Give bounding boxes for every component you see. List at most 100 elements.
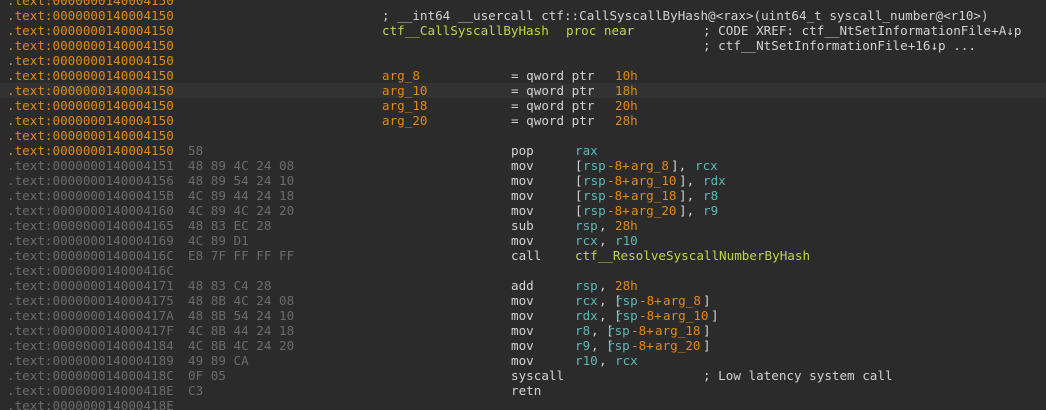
token-label-orange[interactable]: arg_10 (663, 308, 709, 323)
token-register[interactable]: rdx (575, 308, 598, 323)
token-function-name[interactable]: proc near (566, 23, 634, 38)
token-text: [ (575, 173, 583, 188)
token-register[interactable]: rcx (615, 353, 638, 368)
token-text: ] (703, 323, 711, 338)
listing-line[interactable]: .text:0000000140004150 arg_8 = qword ptr 10… (0, 68, 1046, 83)
token-register[interactable]: rcx (575, 233, 598, 248)
listing-line[interactable]: .text:000000014000418E C3 retn (0, 383, 1046, 398)
token-number: -8+ (631, 338, 654, 353)
token-label-orange[interactable]: arg_20 (655, 338, 701, 353)
token-text: , (599, 278, 615, 293)
listing-line[interactable]: .text:0000000140004150 (0, 128, 1046, 143)
token-text: add (511, 278, 534, 293)
token-register[interactable]: rsp (615, 293, 638, 308)
token-register[interactable]: rdx (703, 173, 726, 188)
token-register[interactable]: rcx (575, 293, 598, 308)
opcode-bytes: 4C 89 44 24 18 (188, 188, 295, 203)
token-text: mov (511, 203, 534, 218)
listing-line[interactable]: .text:000000014000417F 4C 8B 44 24 18 mov r… (0, 323, 1046, 338)
opcode-bytes: 48 83 EC 28 (188, 218, 272, 233)
token-comment: ; Low latency system call (703, 368, 893, 383)
listing-line[interactable]: .text:0000000140004150 arg_20 = qword ptr 2… (0, 113, 1046, 128)
token-label-orange[interactable]: arg_8 (631, 158, 669, 173)
opcode-bytes: 48 8B 4C 24 08 (188, 293, 295, 308)
token-register[interactable]: rsp (615, 308, 638, 323)
token-register[interactable]: rsp (575, 218, 598, 233)
token-function-name[interactable]: ctf__CallSyscallByHash (382, 23, 549, 38)
token-register[interactable]: r9 (575, 338, 590, 353)
listing-line[interactable]: .text:0000000140004175 48 8B 4C 24 08 mov r… (0, 293, 1046, 308)
token-register[interactable]: rsp (583, 173, 606, 188)
listing-line[interactable]: .text:0000000140004165 48 83 EC 28 sub rsp,… (0, 218, 1046, 233)
token-register[interactable]: rsp (583, 203, 606, 218)
token-text: mov (511, 308, 534, 323)
listing-line[interactable]: .text:000000014000416C E8 7F FF FF FF call… (0, 248, 1046, 263)
token-label-orange[interactable]: arg_18 (631, 188, 677, 203)
token-number: -8+ (607, 158, 630, 173)
token-register[interactable]: rax (575, 143, 598, 158)
token-register[interactable]: rsp (575, 278, 598, 293)
token-register[interactable]: r10 (615, 233, 638, 248)
token-label-orange[interactable]: arg_18 (382, 98, 428, 113)
listing-line[interactable]: .text:0000000140004160 4C 89 4C 24 20 mov [… (0, 203, 1046, 218)
address: .text:0000000140004160 (7, 203, 174, 218)
address: .text:000000014000415B (7, 188, 174, 203)
opcode-bytes: 58 (188, 143, 204, 158)
listing-line[interactable]: .text:0000000140004150 ctf__CallSyscallBy… (0, 23, 1046, 38)
token-register[interactable]: rsp (583, 158, 606, 173)
address: .text:0000000140004156 (7, 173, 174, 188)
listing-line[interactable]: .text:0000000140004150 ; ctf__NtSetInform… (0, 38, 1046, 53)
token-text: call (511, 248, 542, 263)
listing-line[interactable]: .text:0000000140004150 (0, 0, 1046, 8)
listing-line[interactable]: .text:0000000140004150 arg_10 = qword ptr 1… (0, 83, 1046, 98)
disassembly-listing[interactable]: .text:0000000140004150 .text:000000014000… (0, 0, 1046, 410)
token-register[interactable]: rsp (607, 338, 630, 353)
listing-line[interactable]: .text:000000014000416C (0, 263, 1046, 278)
opcode-bytes: 48 89 54 24 10 (188, 173, 295, 188)
token-register[interactable]: r10 (575, 353, 598, 368)
address: .text:0000000140004171 (7, 278, 174, 293)
listing-line[interactable]: .text:0000000140004189 49 89 CA mov r10, rc… (0, 353, 1046, 368)
listing-line[interactable]: .text:0000000140004169 4C 89 D1 mov rcx, r1… (0, 233, 1046, 248)
listing-line[interactable]: .text:000000014000418E (0, 398, 1046, 410)
address: .text:000000014000418E (7, 398, 174, 410)
token-number: -8+ (639, 308, 662, 323)
token-label-orange[interactable]: arg_18 (655, 323, 701, 338)
address: .text:0000000140004189 (7, 353, 174, 368)
token-text: ], (671, 158, 694, 173)
token-register[interactable]: rsp (583, 188, 606, 203)
listing-line[interactable]: .text:0000000140004150 arg_18 = qword ptr 2… (0, 98, 1046, 113)
token-register[interactable]: rsp (607, 323, 630, 338)
token-label-orange[interactable]: arg_10 (631, 173, 677, 188)
listing-line[interactable]: .text:0000000140004171 48 83 C4 28 add rsp,… (0, 278, 1046, 293)
opcode-bytes: E8 7F FF FF FF (188, 248, 295, 263)
listing-line[interactable]: .text:0000000140004150 58 pop rax (0, 143, 1046, 158)
listing-line[interactable]: .text:0000000140004184 4C 8B 4C 24 20 mov r… (0, 338, 1046, 353)
token-register[interactable]: rcx (695, 158, 718, 173)
token-text: mov (511, 323, 534, 338)
token-label-orange[interactable]: arg_10 (382, 83, 428, 98)
token-register[interactable]: r8 (703, 188, 718, 203)
listing-line[interactable]: .text:000000014000418C 0F 05 syscall ; Low … (0, 368, 1046, 383)
token-label-orange[interactable]: arg_8 (663, 293, 701, 308)
listing-line[interactable]: .text:0000000140004156 48 89 54 24 10 mov [… (0, 173, 1046, 188)
token-text: mov (511, 188, 534, 203)
token-label-orange[interactable]: arg_20 (382, 113, 428, 128)
token-register[interactable]: r8 (575, 323, 590, 338)
listing-line[interactable]: .text:0000000140004150 (0, 53, 1046, 68)
listing-line[interactable]: .text:0000000140004151 48 89 4C 24 08 mov [… (0, 158, 1046, 173)
token-text: = qword ptr (511, 98, 595, 113)
token-label-orange[interactable]: arg_20 (631, 203, 677, 218)
token-register[interactable]: r9 (703, 203, 718, 218)
listing-line[interactable]: .text:000000014000415B 4C 89 44 24 18 mov [… (0, 188, 1046, 203)
opcode-bytes: 49 89 CA (188, 353, 249, 368)
token-label-orange[interactable]: arg_8 (382, 68, 420, 83)
listing-line[interactable]: .text:000000014000417A 48 8B 54 24 10 mov r… (0, 308, 1046, 323)
token-text: mov (511, 353, 534, 368)
address: .text:0000000140004150 (7, 68, 174, 83)
token-number: 28h (615, 218, 638, 233)
token-text: ], (679, 173, 702, 188)
token-function-name[interactable]: ctf__ResolveSyscallNumberByHash (575, 248, 810, 263)
listing-line[interactable]: .text:0000000140004150 ; __int64 __userca… (0, 8, 1046, 23)
address: .text:0000000140004150 (7, 143, 174, 158)
